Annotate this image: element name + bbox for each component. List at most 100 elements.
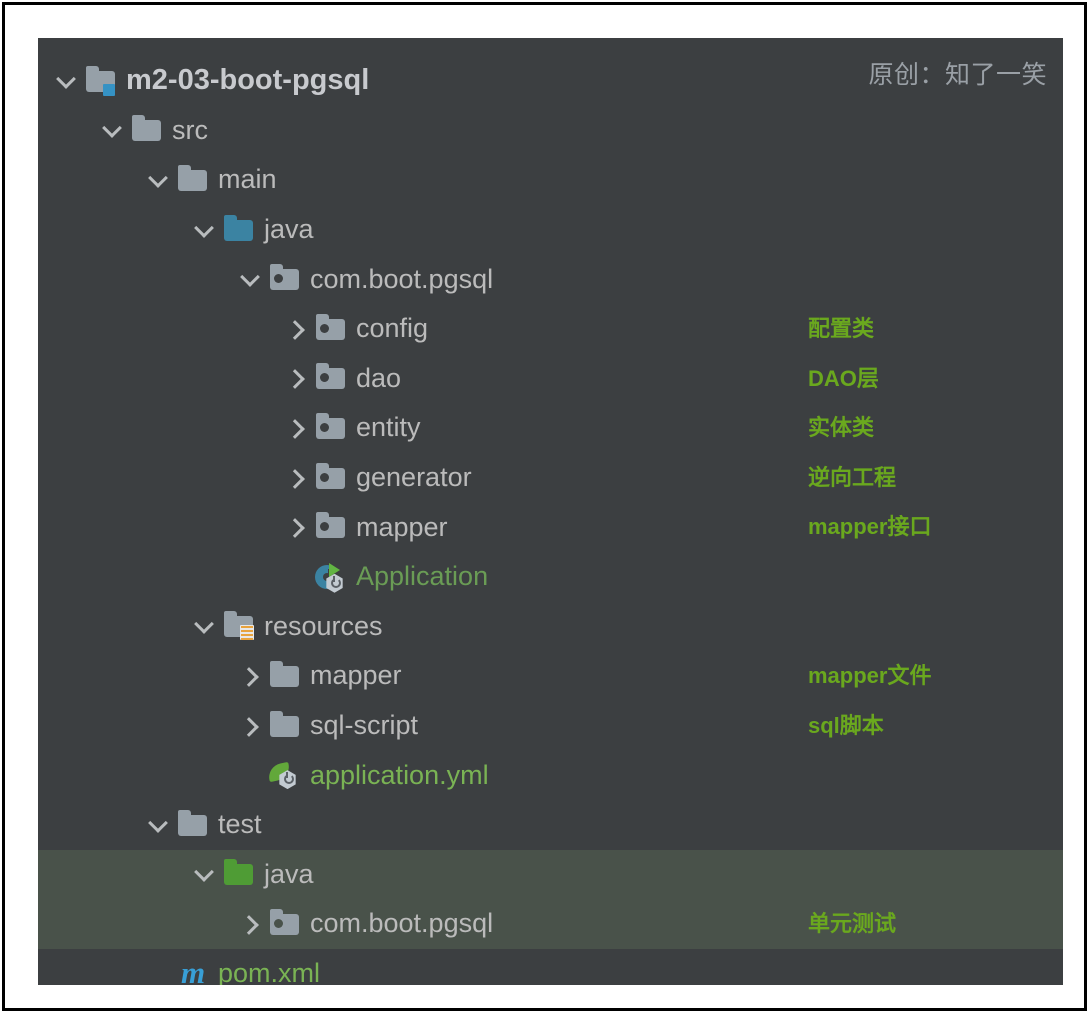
tree-row-label: sql-script	[310, 710, 419, 741]
source-folder-icon	[222, 213, 256, 247]
chevron-down-icon[interactable]	[54, 68, 80, 94]
tree-row-label: mapper	[356, 511, 448, 542]
package-icon	[268, 262, 302, 296]
tree-row-label: generator	[356, 462, 472, 493]
chevron-right-icon[interactable]	[284, 514, 310, 540]
chevron-right-icon[interactable]	[284, 415, 310, 441]
annotation-generator: 逆向工程	[808, 464, 897, 490]
tree-row-main[interactable]: main	[38, 155, 1063, 205]
chevron-down-icon[interactable]	[192, 613, 218, 639]
tree-row-src[interactable]: src	[38, 106, 1063, 156]
tree-row-label: resources	[264, 610, 383, 641]
chevron-down-icon[interactable]	[146, 812, 172, 838]
tree-row-test[interactable]: test	[38, 800, 1063, 850]
folder-shape	[270, 660, 299, 687]
tree-row-test-java[interactable]: java	[38, 849, 1063, 900]
package-icon	[314, 361, 348, 395]
tree-row-sql-script[interactable]: sql-script sql脚本	[38, 701, 1063, 751]
tree-row-pom[interactable]: m pom.xml	[38, 949, 1063, 985]
tree-row-label: test	[218, 809, 262, 840]
tree-row-basepkg[interactable]: com.boot.pgsql	[38, 254, 1063, 304]
package-dot-icon	[320, 323, 329, 333]
tree-row-label: java	[264, 214, 314, 245]
annotation-mapper-pkg: mapper接口	[808, 514, 932, 540]
tree-row-mapper-pkg[interactable]: mapper mapper接口	[38, 502, 1063, 552]
tree-row-entity[interactable]: entity 实体类	[38, 403, 1063, 453]
package-icon	[314, 312, 348, 346]
chevron-right-icon[interactable]	[238, 663, 264, 689]
chevron-down-icon[interactable]	[238, 266, 264, 292]
project-tree-panel: 原创：知了一笑 m2-03-boot-pgsql src main java com.b…	[38, 38, 1063, 985]
chevron-down-icon[interactable]	[146, 167, 172, 193]
folder-icon	[268, 709, 302, 743]
chevron-down-icon[interactable]	[192, 217, 218, 243]
annotation-dao: DAO层	[808, 365, 879, 391]
spring-config-icon	[266, 758, 302, 792]
maven-icon: m	[176, 956, 210, 985]
tree-row-label: main	[218, 164, 277, 195]
tree-row-label: application.yml	[310, 759, 489, 790]
package-icon	[314, 411, 348, 445]
tree-row-label: src	[172, 114, 208, 145]
package-dot-icon	[274, 918, 283, 928]
tree-row-label: config	[356, 313, 429, 344]
chevron-down-icon[interactable]	[100, 117, 126, 143]
chevron-right-icon[interactable]	[238, 713, 264, 739]
annotation-config: 配置类	[808, 315, 875, 341]
folder-shape	[224, 859, 253, 886]
package-icon	[314, 461, 348, 495]
folder-shape	[132, 115, 161, 142]
package-icon	[314, 510, 348, 544]
tree-row-label: mapper	[310, 660, 402, 691]
maven-m-glyph: m	[180, 955, 206, 985]
package-dot-icon	[320, 422, 329, 432]
tree-row-label: entity	[356, 412, 421, 443]
folder-shape	[270, 710, 299, 737]
module-folder-icon	[84, 64, 118, 98]
chevron-down-icon[interactable]	[192, 861, 218, 887]
tree-row-dao[interactable]: dao DAO层	[38, 354, 1063, 404]
chevron-right-icon[interactable]	[284, 365, 310, 391]
folder-icon	[268, 659, 302, 693]
folder-icon	[176, 163, 210, 197]
chevron-right-icon[interactable]	[238, 911, 264, 937]
annotation-entity: 实体类	[808, 415, 875, 441]
tree-row-app-yml[interactable]: application.yml	[38, 750, 1063, 800]
tree-row-label: com.boot.pgsql	[310, 263, 494, 294]
tree-row-main-java[interactable]: java	[38, 205, 1063, 255]
tree-row-mapper-res[interactable]: mapper mapper文件	[38, 651, 1063, 701]
tree-row-resources[interactable]: resources	[38, 602, 1063, 652]
tree-row-label: m2-03-boot-pgsql	[126, 64, 370, 97]
test-source-folder-icon	[222, 857, 256, 891]
project-file-tree[interactable]: m2-03-boot-pgsql src main java com.boot.pgsq…	[38, 56, 1063, 985]
tree-row-label: dao	[356, 362, 402, 393]
package-icon	[268, 907, 302, 941]
folder-shape	[224, 214, 253, 241]
screenshot-frame: 原创：知了一笑 m2-03-boot-pgsql src main java com.b…	[2, 2, 1087, 1011]
tree-row-root[interactable]: m2-03-boot-pgsql	[38, 56, 1063, 106]
folder-icon	[130, 113, 164, 147]
no-chevron-spacer	[238, 762, 264, 788]
folder-shape	[178, 164, 207, 191]
resources-folder-icon	[222, 609, 256, 643]
folder-icon	[176, 808, 210, 842]
spring-boot-run-icon	[314, 560, 348, 594]
annotation-test-pkg: 单元测试	[808, 911, 897, 937]
annotation-mapper-res: mapper文件	[808, 663, 932, 689]
tree-row-application[interactable]: Application	[38, 552, 1063, 602]
tree-row-label: java	[264, 858, 314, 889]
folder-shape	[178, 809, 207, 836]
tree-row-config[interactable]: config 配置类	[38, 304, 1063, 354]
resources-badge-icon	[240, 625, 254, 641]
tree-row-generator[interactable]: generator 逆向工程	[38, 453, 1063, 503]
tree-row-label: com.boot.pgsql	[310, 908, 494, 939]
no-chevron-spacer	[284, 564, 310, 590]
chevron-right-icon[interactable]	[284, 316, 310, 342]
annotation-sql-script: sql脚本	[808, 712, 884, 738]
tree-row-test-pkg[interactable]: com.boot.pgsql 单元测试	[38, 899, 1063, 949]
tree-row-label: pom.xml	[218, 957, 321, 985]
tree-row-label: Application	[356, 561, 489, 592]
package-dot-icon	[320, 472, 329, 482]
no-chevron-spacer	[146, 960, 172, 985]
chevron-right-icon[interactable]	[284, 465, 310, 491]
